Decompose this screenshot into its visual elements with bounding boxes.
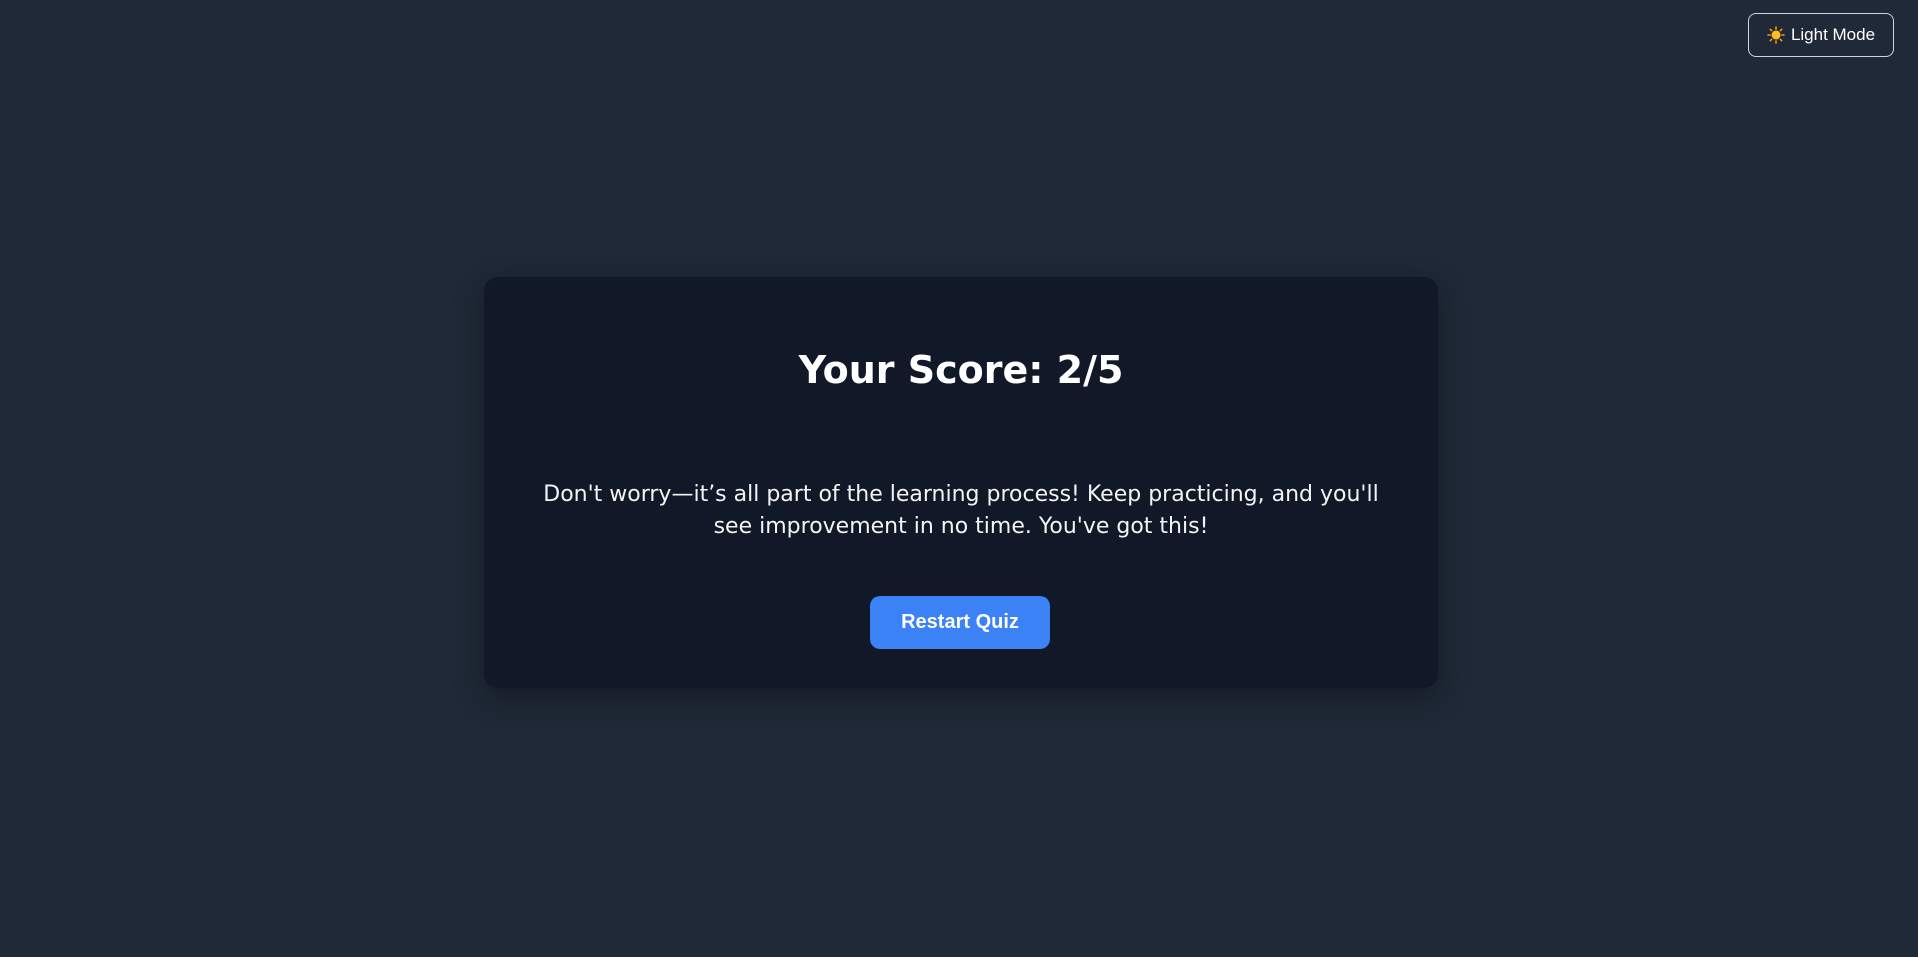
restart-quiz-button[interactable]: Restart Quiz (870, 596, 1050, 649)
light-mode-toggle-button[interactable]: Light Mode (1748, 13, 1894, 57)
sun-icon (1767, 26, 1785, 44)
result-card: Your Score: 2/5 Don't worry—it’s all par… (484, 277, 1438, 688)
light-mode-label: Light Mode (1790, 25, 1876, 44)
encouragement-message: Don't worry—it’s all part of the learnin… (543, 482, 1379, 539)
score-title: Your Score: 2/5 (798, 348, 1124, 392)
